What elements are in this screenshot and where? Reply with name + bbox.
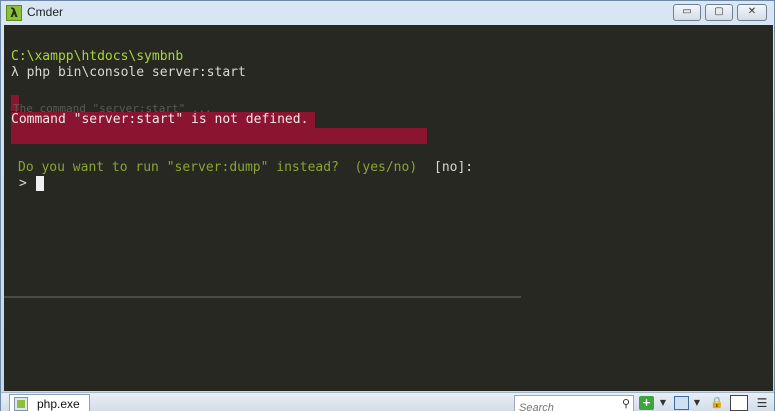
- input-prompt: >: [19, 176, 27, 191]
- status-bar: php.exe ⚲ + ▼ ▼ 🔒 ☰: [1, 392, 774, 411]
- chevron-down-icon[interactable]: ▼: [658, 396, 668, 410]
- chevron-down-icon[interactable]: ▼: [692, 396, 702, 410]
- window-pane-icon[interactable]: [674, 396, 689, 410]
- tab-label: php.exe: [37, 397, 80, 411]
- menu-icon[interactable]: ☰: [755, 396, 769, 410]
- error-block-bottom: [11, 128, 427, 144]
- text-cursor[interactable]: [36, 176, 44, 191]
- minimize-button[interactable]: ▭: [673, 4, 701, 21]
- lambda-app-icon: λ: [6, 5, 22, 21]
- error-message: Command "server:start" is not defined.: [11, 112, 309, 127]
- window-title: Cmder: [27, 5, 64, 19]
- cmder-window: λ Cmder ▭ ▢ ✕ C:\xampp\htdocs\symbnb λ p…: [0, 0, 775, 411]
- default-answer: [no]:: [434, 160, 474, 175]
- console-area[interactable]: C:\xampp\htdocs\symbnb λ php bin\console…: [4, 25, 773, 391]
- path-line: C:\xampp\htdocs\symbnb: [11, 49, 184, 64]
- search-box[interactable]: ⚲: [514, 395, 634, 411]
- close-button[interactable]: ✕: [737, 4, 767, 21]
- split-view-icon[interactable]: [730, 395, 748, 411]
- console-tab-icon: [14, 397, 28, 411]
- console-separator: [4, 296, 521, 298]
- search-input[interactable]: [515, 400, 615, 411]
- title-bar[interactable]: λ Cmder ▭ ▢ ✕: [1, 1, 774, 25]
- question-text: Do you want to run "server:dump" instead…: [18, 160, 418, 175]
- tab-php-exe[interactable]: php.exe: [9, 394, 90, 411]
- new-console-plus-icon[interactable]: +: [639, 396, 654, 410]
- command-line: λ php bin\console server:start: [11, 65, 246, 80]
- search-icon[interactable]: ⚲: [622, 397, 630, 410]
- maximize-button[interactable]: ▢: [705, 4, 733, 21]
- lock-icon[interactable]: 🔒: [710, 396, 724, 410]
